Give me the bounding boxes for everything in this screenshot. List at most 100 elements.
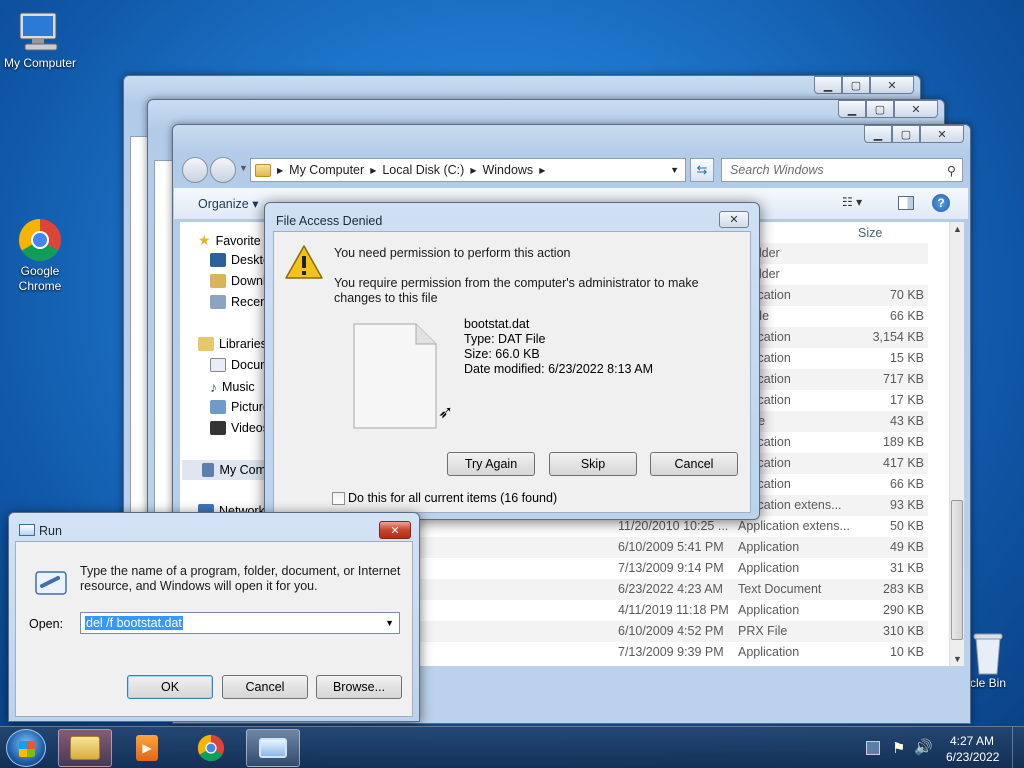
taskbar-run[interactable] (246, 729, 300, 767)
close-button[interactable]: ✕ (870, 76, 914, 94)
nav-favorites[interactable]: ★ Favorite (198, 232, 261, 249)
minimize-button[interactable]: ▁ (814, 76, 842, 94)
file-size-cell: 15 KB (889, 351, 924, 365)
run-dialog-title: Run (39, 524, 62, 538)
try-again-button[interactable]: Try Again (447, 452, 535, 476)
dialog-close-button[interactable]: ✕ (719, 211, 749, 228)
network-tray-icon[interactable] (866, 741, 880, 755)
dialog-message: You require permission from the computer… (334, 276, 699, 305)
address-bar[interactable]: ▶ My Computer ▶ Local Disk (C:) ▶ Window… (250, 158, 686, 182)
taskbar-chrome[interactable] (184, 729, 238, 767)
taskbar-explorer[interactable] (58, 729, 112, 767)
documents-icon (210, 358, 226, 372)
nav-label: My Com (219, 463, 266, 477)
window-caption-buttons: ▁ ▢ ✕ (864, 125, 964, 143)
show-desktop-button[interactable] (1012, 727, 1024, 768)
start-button[interactable] (6, 729, 46, 767)
maximize-button[interactable]: ▢ (842, 76, 870, 94)
run-command-text: del /f bootstat.dat (85, 616, 183, 630)
apply-to-all-checkbox[interactable] (332, 492, 345, 505)
run-program-icon (259, 738, 287, 758)
nav-desktop[interactable]: Deskto (210, 253, 270, 267)
navigation-pane: ★ Favorite Deskto Downl Recen Libraries D… (180, 222, 270, 518)
breadcrumb-separator: ▶ (539, 165, 546, 175)
videos-icon (210, 421, 226, 435)
file-size-cell: 189 KB (882, 435, 924, 449)
computer-icon (19, 12, 58, 51)
close-button[interactable]: ✕ (894, 100, 938, 118)
file-size-cell: 49 KB (889, 540, 924, 554)
forward-button[interactable] (210, 157, 236, 183)
search-input[interactable]: Search Windows ⚲ (721, 158, 963, 182)
action-center-flag-icon[interactable]: ⚑ (892, 739, 905, 757)
run-cancel-button[interactable]: Cancel (222, 675, 308, 699)
file-date-cell: 6/23/2022 4:23 AM (618, 582, 723, 596)
help-icon[interactable]: ? (932, 194, 950, 212)
desktop-icon (210, 253, 226, 267)
scroll-down-arrow[interactable]: ▼ (953, 654, 962, 664)
run-description: Type the name of a program, folder, docu… (80, 564, 401, 593)
scroll-up-arrow[interactable]: ▲ (953, 224, 962, 234)
maximize-button[interactable]: ▢ (892, 125, 920, 143)
run-program-icon (35, 571, 67, 595)
nav-pictures[interactable]: Picture (210, 400, 270, 414)
view-options-icon[interactable]: ☷ ▾ (842, 195, 862, 209)
organize-button[interactable]: Organize ▾ (198, 196, 258, 211)
taskbar-media-player[interactable]: ▶ (120, 729, 174, 767)
run-close-button[interactable]: ✕ (379, 521, 411, 539)
address-dropdown-icon[interactable]: ▼ (670, 165, 679, 175)
file-date-cell: 4/11/2019 11:18 PM (618, 603, 729, 617)
minimize-button[interactable]: ▁ (838, 100, 866, 118)
volume-icon[interactable]: 🔊 (914, 738, 933, 756)
preview-pane-icon[interactable] (898, 196, 914, 210)
nav-downloads[interactable]: Downl (210, 274, 266, 288)
maximize-button[interactable]: ▢ (866, 100, 894, 118)
breadcrumb-separator: ▶ (470, 165, 477, 175)
file-size: Size: 66.0 KB (464, 347, 540, 361)
column-header-size[interactable]: Size (858, 226, 882, 240)
desktop-icon-label: My Computer (3, 56, 77, 70)
breadcrumb-my-computer[interactable]: My Computer (289, 163, 364, 177)
pictures-icon (210, 400, 226, 414)
file-type-cell: Application extens... (738, 519, 850, 533)
breadcrumb-local-disk[interactable]: Local Disk (C:) (382, 163, 464, 177)
apply-to-all-label: Do this for all current items (16 found) (348, 491, 558, 505)
run-dialog-body: Type the name of a program, folder, docu… (15, 541, 413, 717)
clock-time[interactable]: 4:27 AM (950, 734, 994, 748)
clock-date[interactable]: 6/23/2022 (946, 750, 999, 764)
desktop-icon-my-computer[interactable]: My Computer (0, 10, 80, 71)
file-date-cell: 11/20/2010 10:25 ... (618, 519, 729, 533)
file-size-cell: 3,154 KB (872, 330, 924, 344)
nav-videos[interactable]: Videos (210, 421, 269, 435)
nav-music[interactable]: ♪ Music (210, 379, 255, 395)
file-date-modified: Date modified: 6/23/2022 8:13 AM (464, 362, 654, 376)
file-list-scrollbar[interactable]: ▲ ▼ (949, 222, 964, 666)
recent-pages-chevron-icon[interactable]: ▼ (239, 163, 248, 173)
dialog-title: File Access Denied (276, 214, 383, 228)
back-button[interactable] (182, 157, 208, 183)
breadcrumb-windows[interactable]: Windows (482, 163, 533, 177)
mouse-cursor-icon: ➶ (438, 402, 454, 422)
nav-my-computer[interactable]: My Com (182, 460, 266, 480)
cancel-button[interactable]: Cancel (650, 452, 738, 476)
nav-recent[interactable]: Recen (210, 295, 267, 309)
nav-libraries[interactable]: Libraries (198, 337, 267, 351)
close-button[interactable]: ✕ (920, 125, 964, 143)
skip-button[interactable]: Skip (549, 452, 637, 476)
libraries-icon (198, 337, 214, 351)
file-size-cell: 70 KB (889, 288, 924, 302)
run-dropdown-icon[interactable]: ▼ (385, 618, 394, 628)
nav-documents[interactable]: Docun (210, 358, 267, 372)
minimize-button[interactable]: ▁ (864, 125, 892, 143)
nav-label: Libraries (219, 337, 267, 351)
run-dialog: Run ✕ Type the name of a program, folder… (8, 512, 420, 722)
run-ok-button[interactable]: OK (127, 675, 213, 699)
desktop-icon-chrome[interactable]: Google Chrome (0, 216, 80, 294)
desktop-icon-label: Google (20, 264, 60, 278)
run-command-input[interactable]: del /f bootstat.dat ▼ (80, 612, 400, 634)
refresh-button[interactable]: ⇆ (690, 158, 714, 182)
run-browse-button[interactable]: Browse... (316, 675, 402, 699)
breadcrumb-separator: ▶ (277, 165, 284, 175)
scroll-thumb[interactable] (951, 500, 963, 640)
open-label: Open: (29, 617, 64, 631)
